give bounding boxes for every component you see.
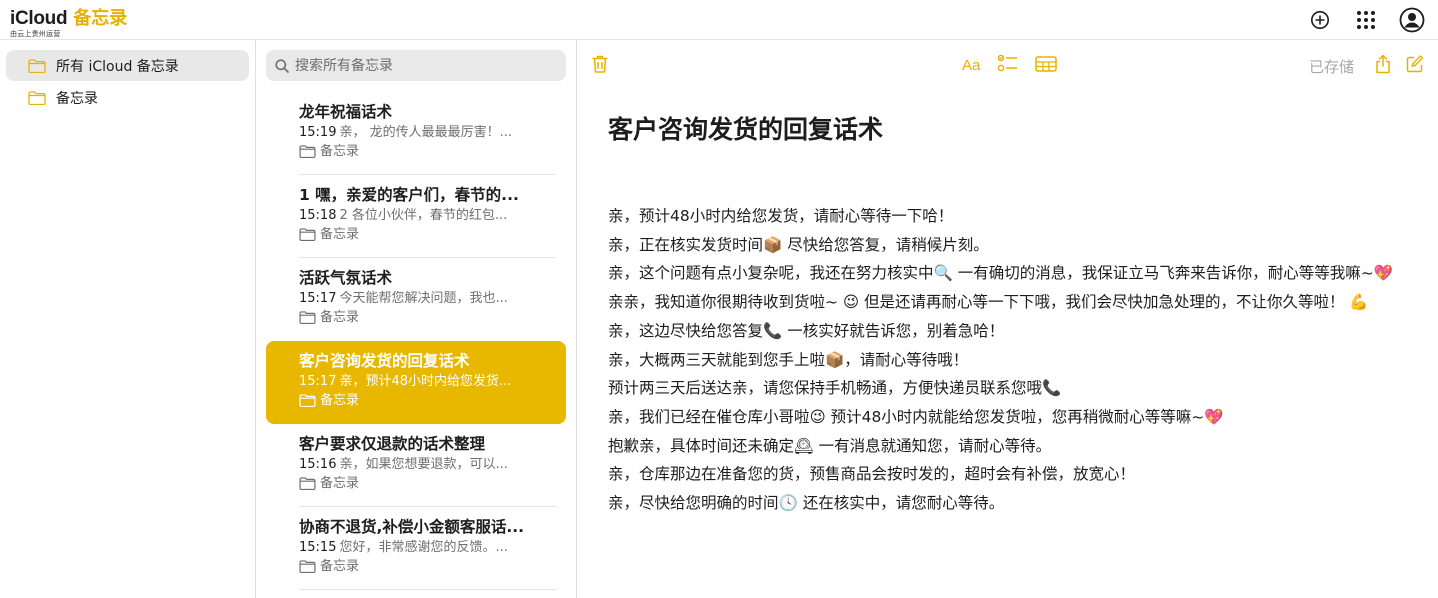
note-body-line: 预计两三天后送达亲，请您保持手机畅通，方便快递员联系您哦📞 [608,379,1062,398]
trash-icon[interactable] [591,54,609,74]
note-time: 15:17 [299,374,337,389]
note-title: 活跃气氛话术 [299,269,393,287]
note-time: 15:15 [299,540,337,555]
note-folder-label: 备忘录 [320,476,360,491]
app-grid-icon[interactable] [1352,6,1380,34]
saved-status: 已存储 [1309,58,1355,76]
note-body-line: 抱歉亲，具体时间还未确定🕰 一有消息就通知您，请耐心等待。 [608,436,1052,455]
note-preview: 亲，预计48小时内给您发货... [339,374,512,389]
folder-icon [28,58,46,73]
notes-list: 龙年祝福话术 15:19 亲， 龙的传人最最最厉害！... 备忘录 1 嘿，亲爱的… [266,92,566,590]
folder-sidebar: 所有 iCloud 备忘录 备忘录 [0,40,256,598]
note-time: 15:18 [299,208,337,223]
brand-app-name: 备忘录 [73,8,128,29]
search-icon [275,58,289,73]
list-item[interactable]: 客户要求仅退款的话术整理 15:16 亲，如果您想要退款，可以... 备忘录 [266,424,566,507]
note-body-line: 亲，我们已经在催仓库小哥啦😉 预计48小时内就能给您发货啦，您再稍微耐心等等嘛~… [608,407,1224,426]
search-bar[interactable] [266,50,566,81]
table-icon[interactable] [1035,54,1057,74]
text-format-icon[interactable]: Aa [962,55,984,75]
note-folder-label: 备忘录 [320,393,360,408]
note-body-line: 亲，大概两三天就能到您手上啦📦，请耐心等待哦！ [608,350,969,369]
sidebar-item-notes[interactable]: 备忘录 [6,82,249,113]
note-title: 协商不退货,补偿小金额客服话... [299,518,525,536]
note-body-line: 亲，正在核实发货时间📦 尽快给您答复，请稍候片刻。 [608,235,989,254]
note-folder-label: 备忘录 [320,559,360,574]
editor-toolbar: Aa 已存储 [577,40,1438,92]
folder-icon [28,90,46,105]
brand-name: iCloud [10,8,68,29]
folder-icon [299,228,316,241]
account-icon[interactable] [1398,6,1426,34]
top-bar: iCloud 备忘录 由云上贵州运营 [0,0,1438,40]
note-body-line: 亲亲，我知道你很期待收到货啦~ 😉 但是还请再耐心等一下下哦，我们会尽快加急处理… [608,293,1369,312]
folder-icon [299,311,316,324]
notes-list-pane: 龙年祝福话术 15:19亲， 龙的传人最最最厉害！... 备忘录 1 嘿，亲爱的… [256,40,577,598]
compose-icon[interactable] [1406,54,1424,74]
note-body-line: 亲，仓库那边在准备您的货，预售商品会按时发的，超时会有补偿，放宽心！ [608,465,1136,484]
folder-icon [299,560,316,573]
list-item[interactable]: 龙年祝福话术 15:19 亲， 龙的传人最最最厉害！... 备忘录 [266,92,566,175]
note-title: 客户要求仅退款的话术整理 [299,435,486,453]
note-body-line: 亲，这边尽快给您答复📞 一核实好就告诉您，别着急哈！ [608,321,1005,340]
note-body-line: 亲，尽快给您明确的时间🕓 还在核实中，请您耐心等待。 [608,494,1005,513]
note-preview: 今天能帮您解决问题，我也... [339,291,508,306]
note-editor: Aa 已存储 客户咨询发货的回复话术 亲，预计48小时内给您发货，请耐心等待一下… [577,40,1438,598]
note-time: 15:17 [299,291,337,306]
sidebar-item-all-icloud-notes[interactable]: 所有 iCloud 备忘录 [6,50,249,81]
brand-operator: 由云上贵州运营 [10,30,61,38]
list-item[interactable]: 协商不退货,补偿小金额客服话... 15:15 您好，非常感谢您的反馈。... 备… [266,507,566,590]
note-title: 1 嘿，亲爱的客户们，春节的... [299,186,519,204]
brand-logo[interactable]: iCloud 备忘录 由云上贵州运营 [10,4,127,39]
note-preview: 您好，非常感谢您的反馈。... [339,540,508,555]
note-folder-label: 备忘录 [320,310,360,325]
list-item[interactable]: 1 嘿，亲爱的客户们，春节的... 15:18 2 各位小伙伴，春节的红包... … [266,175,566,258]
sidebar-item-label: 所有 iCloud 备忘录 [56,58,179,75]
note-body-line: 亲，预计48小时内给您发货，请耐心等待一下哈！ [608,207,954,225]
checklist-icon[interactable] [997,54,1019,74]
note-heading[interactable]: 客户咨询发货的回复话术 [608,110,883,146]
share-icon[interactable] [1374,54,1392,74]
note-body[interactable]: 亲，预计48小时内给您发货，请耐心等待一下哈！ 亲，正在核实发货时间📦 尽快给您… [608,202,1408,518]
list-item[interactable]: 活跃气氛话术 15:17 今天能帮您解决问题，我也... 备忘录 [266,258,566,341]
note-preview: 2 各位小伙伴，春节的红包... [339,208,508,223]
note-time: 15:19 [299,125,337,140]
folder-icon [299,145,316,158]
note-title: 龙年祝福话术 [299,103,393,121]
folder-icon [299,394,316,407]
note-preview: 亲，如果您想要退款，可以... [339,457,508,472]
note-title: 客户咨询发货的回复话术 [299,352,470,370]
search-input[interactable] [295,57,555,74]
note-preview: 亲， 龙的传人最最最厉害！... [339,125,512,140]
list-item-selected[interactable]: 客户咨询发货的回复话术 15:17 亲，预计48小时内给您发货... 备忘录 [266,341,566,424]
add-circle-icon[interactable] [1306,6,1334,34]
svg-text:Aa: Aa [962,57,981,74]
note-folder-label: 备忘录 [320,144,360,159]
note-body-line: 亲，这个问题有点小复杂呢，我还在努力核实中🔍 一有确切的消息，我保证立马飞奔来告… [608,264,1394,283]
folder-icon [299,477,316,490]
sidebar-item-label: 备忘录 [56,90,98,107]
note-folder-label: 备忘录 [320,227,360,242]
note-time: 15:16 [299,457,337,472]
